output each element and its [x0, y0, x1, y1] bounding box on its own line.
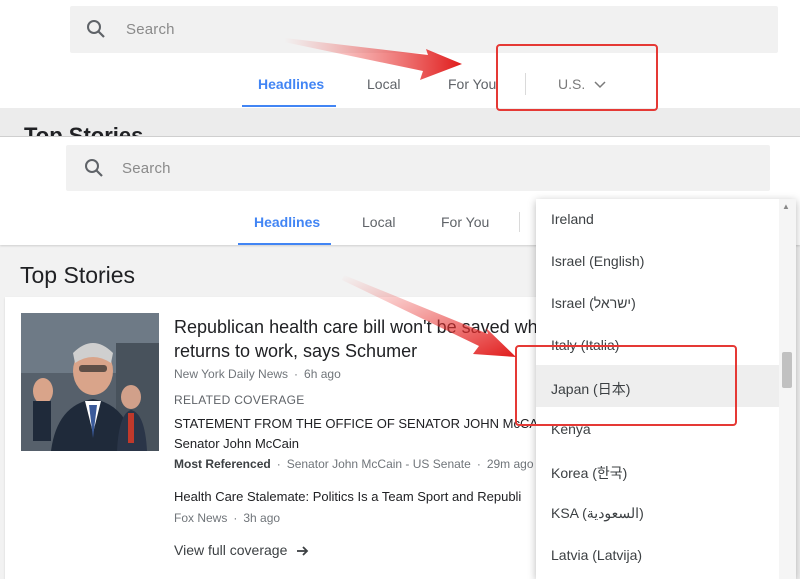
related-article-1-subtitle: Senator John McCain	[174, 436, 300, 451]
tab-active-indicator	[238, 243, 331, 245]
tab-local[interactable]: Local	[367, 76, 400, 92]
story-source[interactable]: New York Daily News	[174, 367, 288, 381]
related-article-1[interactable]: STATEMENT FROM THE OFFICE OF SENATOR JOH…	[174, 414, 536, 454]
arrow-right-icon	[297, 546, 309, 556]
search-bar[interactable]: Search	[70, 6, 778, 53]
related-article-2-title: Health Care Stalemate: Politics Is a Tea…	[174, 489, 522, 504]
annotation-box-edition	[496, 44, 658, 111]
related-article-1-meta: Most Referenced · Senator John McCain - US…	[174, 457, 534, 471]
section-title-cut: Top Stories	[24, 123, 144, 137]
tab-divider	[519, 212, 520, 232]
related-article-1-time: 29m ago	[486, 457, 534, 471]
story-headline-line2: returns to work, says Schumer	[174, 341, 418, 361]
dropdown-scrollbar-thumb[interactable]	[782, 352, 792, 388]
search-input[interactable]: Search	[122, 160, 171, 177]
search-icon	[87, 20, 105, 38]
view-full-coverage-label: View full coverage	[174, 542, 288, 558]
search-input[interactable]: Search	[126, 21, 175, 38]
dropdown-item-korea[interactable]: Korea (한국)	[551, 463, 627, 483]
related-article-2-meta: Fox News · 3h ago	[174, 511, 281, 525]
related-article-1-title: STATEMENT FROM THE OFFICE OF SENATOR JOH…	[174, 416, 536, 431]
tab-local[interactable]: Local	[362, 214, 395, 230]
dropdown-item-latvia[interactable]: Latvia (Latvija)	[551, 547, 642, 563]
story-headline[interactable]: Republican health care bill won't be sav…	[174, 315, 544, 363]
annotation-box-japan	[515, 345, 737, 426]
related-article-1-source[interactable]: Senator John McCain - US Senate	[287, 457, 471, 471]
tab-headlines[interactable]: Headlines	[254, 214, 320, 230]
section-title: Top Stories	[20, 262, 136, 288]
tab-for-you[interactable]: For You	[448, 76, 496, 92]
dropdown-item-israel-english[interactable]: Israel (English)	[551, 253, 644, 269]
tab-headlines[interactable]: Headlines	[258, 76, 324, 92]
dropdown-item-israel-hebrew[interactable]: Israel (ישראל)	[551, 295, 636, 311]
related-coverage-label: RELATED COVERAGE	[174, 393, 305, 407]
dropdown-item-ksa[interactable]: KSA (السعودية)	[551, 505, 644, 522]
related-article-2-source[interactable]: Fox News	[174, 511, 227, 525]
dropdown-scrollbar-track[interactable]	[779, 199, 796, 579]
search-icon	[85, 159, 103, 177]
tab-for-you[interactable]: For You	[441, 214, 489, 230]
related-article-2-time: 3h ago	[243, 511, 281, 525]
story-meta: New York Daily News · 6h ago	[174, 367, 341, 381]
story-time: 6h ago	[304, 367, 341, 381]
search-bar[interactable]: Search	[66, 145, 770, 191]
most-referenced-badge: Most Referenced	[174, 457, 271, 471]
story-headline-line1: Republican health care bill won't be sav…	[174, 317, 544, 337]
top-panel: Search Headlines Local For You U.S. Top …	[0, 0, 800, 137]
related-article-2[interactable]: Health Care Stalemate: Politics Is a Tea…	[174, 487, 536, 507]
scroll-up-icon[interactable]: ▲	[782, 202, 790, 211]
story-thumbnail[interactable]	[21, 313, 159, 451]
tab-active-indicator	[242, 105, 336, 107]
dropdown-item-ireland[interactable]: Ireland	[551, 211, 594, 227]
view-full-coverage-link[interactable]: View full coverage	[174, 542, 309, 558]
story-photo	[21, 313, 159, 451]
